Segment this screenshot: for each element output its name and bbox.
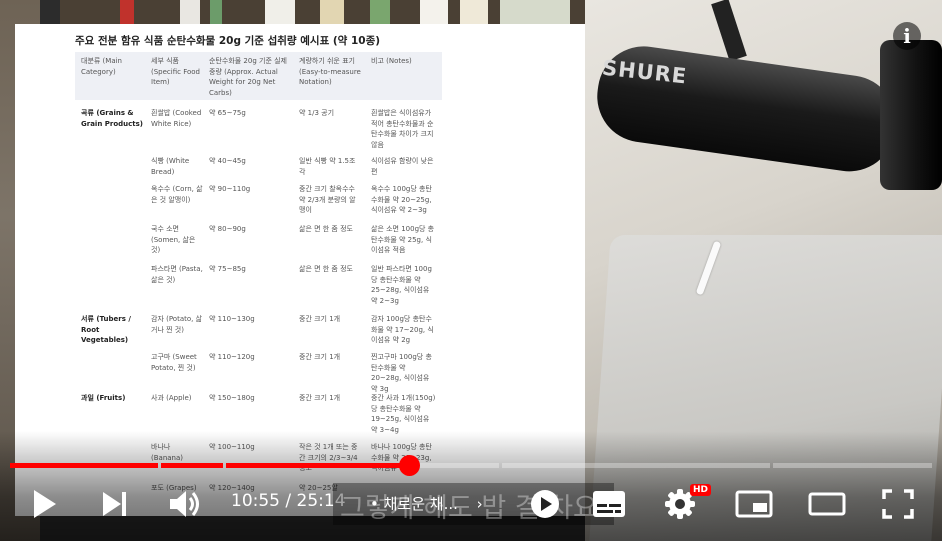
fullscreen-icon — [882, 489, 914, 519]
table-cell-item: 식빵 (White Bread) — [151, 157, 190, 176]
table-cell-weight: 약 110~130g — [209, 315, 255, 323]
table-cell-notes: 식이섬유 함량이 낮은 편 — [371, 157, 434, 176]
hd-badge: HD — [690, 484, 712, 496]
bookshelf — [60, 0, 600, 26]
table-cell-measure: 약 1/3 공기 — [299, 109, 335, 117]
table-cell-weight: 약 150~180g — [209, 394, 255, 402]
header-cell: 순탄수화물 20g 기준 실제 중량 (Approx. Actual Weigh… — [209, 57, 287, 97]
table-cell-notes: 찐고구마 100g당 총탄수화물 약 20~28g, 식이섬유 약 3g — [371, 353, 432, 393]
table-cell-item: 감자 (Potato, 삶거나 찐 것) — [151, 315, 203, 334]
header-cell: 대분류 (Main Category) — [81, 57, 122, 76]
header-cell: 세부 식품 (Specific Food Item) — [151, 57, 200, 86]
table-cell-weight: 약 80~90g — [209, 225, 246, 233]
progress-scrubber[interactable] — [399, 455, 420, 476]
progress-segment-played — [161, 463, 223, 468]
table-cell-item: 국수 소면 (Somen, 삶은 것) — [151, 225, 196, 254]
table-cell-measure: 중간 크기 1개 — [299, 353, 341, 361]
table-cell-measure: 일반 식빵 약 1.5조각 — [299, 157, 356, 176]
table-cell-weight: 약 75~85g — [209, 265, 246, 273]
table-cell-notes: 감자 100g당 총탄수화물 약 17~20g, 식이섬유 약 2g — [371, 315, 434, 344]
subtitles-button[interactable] — [592, 490, 626, 518]
table-cell-measure: 삶은 면 한 줌 정도 — [299, 225, 353, 233]
chapter-title-button[interactable]: • 채로운 채... › — [370, 493, 483, 514]
info-icon[interactable]: i — [893, 22, 921, 50]
next-icon — [103, 492, 126, 516]
table-cell-notes: 중간 사과 1개(150g)당 총탄수화물 약 19~25g, 식이섬유 약 3… — [371, 394, 436, 434]
next-button[interactable] — [100, 490, 130, 518]
time-separator: / — [285, 491, 292, 511]
volume-button[interactable] — [168, 488, 202, 520]
progress-segment-played — [226, 463, 409, 468]
table-cell-weight: 약 110~120g — [209, 353, 255, 361]
table-cell-category: 서류 (Tubers / Root Vegetables) — [81, 315, 131, 344]
table-cell-item: 고구마 (Sweet Potato, 찐 것) — [151, 353, 197, 372]
table-cell-measure: 중간 크기 1개 — [299, 394, 341, 402]
progress-segment — [502, 463, 770, 468]
table-cell-item: 옥수수 (Corn, 삶은 것 알맹이) — [151, 185, 203, 204]
table-cell-notes: 옥수수 100g당 총탄수화물 약 20~25g, 식이섬유 약 2~3g — [371, 185, 432, 214]
autoplay-toggle[interactable] — [529, 489, 561, 519]
miniplayer-icon — [735, 490, 773, 518]
document-title: 주요 전분 함유 식품 순탄수화물 20g 기준 섭취량 예시표 (약 10종) — [75, 35, 381, 47]
header-cell: 계량하기 쉬운 표기 (Easy-to-measure Notation) — [299, 57, 361, 86]
table-cell-weight: 약 65~75g — [209, 109, 246, 117]
fullscreen-button[interactable] — [882, 489, 914, 519]
table-cell-category: 과일 (Fruits) — [81, 394, 126, 402]
table-cell-notes: 흰쌀밥은 식이섬유가 적어 총탄수화물과 순탄수화물 차이가 크지 않음 — [371, 109, 434, 149]
table-cell-measure: 중간 크기 찰옥수수 약 2/3개 분량의 알맹이 — [299, 185, 356, 214]
table-cell-weight: 약 90~110g — [209, 185, 251, 193]
subtitles-icon — [593, 491, 625, 517]
autoplay-icon — [531, 490, 559, 518]
theater-icon — [808, 492, 846, 516]
play-button[interactable] — [30, 488, 60, 520]
table-cell-measure: 삶은 면 한 줌 정도 — [299, 265, 353, 273]
table-cell-weight: 약 40~45g — [209, 157, 246, 165]
table-cell-notes: 삶은 소면 100g당 총탄수화물 약 25g, 식이섬유 적음 — [371, 225, 435, 254]
chevron-right-icon: › — [476, 495, 483, 513]
header-cell: 비고 (Notes) — [371, 57, 412, 65]
time-current: 10:55 — [231, 491, 280, 511]
miniplayer-button[interactable] — [735, 490, 773, 518]
microphone-grille — [880, 40, 942, 190]
table-cell-item: 흰쌀밥 (Cooked White Rice) — [151, 109, 202, 128]
table-cell-item: 파스타면 (Pasta, 삶은 것) — [151, 265, 203, 284]
chapter-title: • 채로운 채... — [370, 495, 458, 513]
table-cell-category: 곡류 (Grains & Grain Products) — [81, 109, 143, 128]
progress-segment-played — [10, 463, 158, 468]
table-cell-item: 사과 (Apple) — [151, 394, 192, 402]
progress-segment — [773, 463, 932, 468]
table-cell-measure: 중간 크기 1개 — [299, 315, 341, 323]
progress-segment — [409, 463, 499, 468]
theater-mode-button[interactable] — [808, 492, 846, 516]
table-cell-notes: 일반 파스타면 100g당 총탄수화물 약 25~28g, 식이섬유 약 2~3… — [371, 265, 432, 305]
progress-bar[interactable] — [10, 463, 932, 468]
volume-icon — [170, 491, 199, 517]
play-icon — [34, 490, 56, 518]
time-display: 10:55 / 25:14 — [231, 491, 346, 511]
